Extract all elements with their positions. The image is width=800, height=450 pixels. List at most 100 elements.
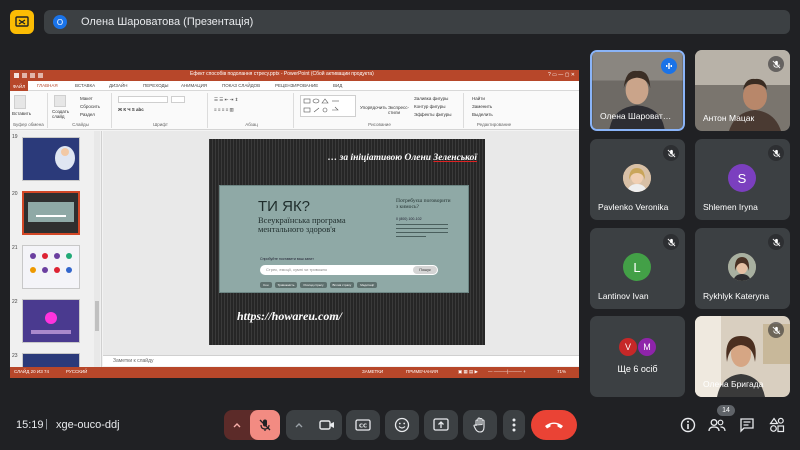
captions-button[interactable]: CC: [346, 410, 380, 440]
captions-icon: CC: [355, 419, 371, 431]
present-screen-button[interactable]: [424, 410, 458, 440]
participant-name: Pavlenko Veronika: [598, 202, 669, 212]
mic-off-icon: [768, 322, 784, 338]
thumbnail-slide[interactable]: [22, 299, 80, 343]
presenter-title: Олена Шароватова (Презентація): [81, 16, 254, 28]
quick-styles-button[interactable]: Экспресс-стили: [388, 105, 410, 115]
activities-icon: [769, 417, 785, 433]
site-topic-chips: Сон Тривожність Розлад стресу Вплив стра…: [260, 282, 378, 288]
participant-tile-presenter[interactable]: Олена Шароват…: [590, 50, 685, 131]
participant-photo: [623, 164, 651, 192]
camera-button[interactable]: [312, 410, 342, 440]
meeting-info-button[interactable]: [678, 415, 698, 435]
activities-button[interactable]: [767, 415, 787, 435]
arrange-button[interactable]: Упорядочить: [360, 105, 387, 110]
site-chip: Сон: [260, 282, 272, 288]
site-search-field: Стрес, емоції, сумні чи тривожно Пошук: [260, 265, 438, 275]
shape-effects-button[interactable]: Эффекты фигуры: [414, 112, 452, 117]
tab-transitions[interactable]: ПЕРЕХОДЫ: [143, 83, 169, 88]
select-button[interactable]: Выделить: [472, 112, 493, 117]
raise-hand-button[interactable]: [463, 410, 497, 440]
people-button[interactable]: [707, 415, 727, 435]
participant-tile[interactable]: S Shlemen Iryna: [695, 139, 790, 220]
tab-file[interactable]: ФАЙЛ: [10, 81, 28, 91]
current-slide[interactable]: … за ініціативою Олени Зеленської ТИ ЯК?…: [209, 139, 485, 345]
meeting-code[interactable]: xge-ouco-ddj: [56, 419, 120, 431]
site-chip: Розлад стресу: [300, 282, 327, 288]
new-slide-button[interactable]: Создать слайд: [52, 109, 76, 119]
ppt-title-bar: Ефект способів подолання стресу.pptx - P…: [10, 70, 579, 81]
present-screen-icon: [433, 418, 449, 431]
view-buttons[interactable]: ▣ ▦ ▤ ▶: [458, 369, 478, 375]
svg-text:CC: CC: [359, 424, 367, 430]
group-editing-label: Редактирование: [476, 122, 512, 127]
participant-tile[interactable]: L Lantinov Ivan: [590, 228, 685, 309]
camera-options-chevron-icon[interactable]: [286, 410, 312, 440]
notes-toggle[interactable]: ЗАМЕТКИ: [362, 369, 383, 374]
scrollbar-thumb[interactable]: [95, 301, 99, 331]
section-button[interactable]: Раздел: [80, 112, 95, 117]
paste-icon[interactable]: [14, 95, 26, 109]
group-drawing-label: Рисование: [368, 122, 391, 127]
shape-outline-button[interactable]: Контур фигуры: [414, 104, 445, 109]
thumbnail-scrollbar[interactable]: [94, 131, 100, 370]
tab-design[interactable]: ДИЗАЙН: [109, 83, 128, 88]
group-drawing: Упорядочить Экспресс-стили Заливка фигур…: [296, 93, 464, 128]
presenter-banner[interactable]: О Олена Шароватова (Презентація): [44, 10, 790, 34]
comments-toggle[interactable]: ПРИМЕЧАНИЯ: [406, 369, 438, 374]
site-phone: 0 (800) 100-102: [396, 217, 422, 221]
find-button[interactable]: Найти: [472, 96, 485, 101]
participant-tile[interactable]: Pavlenko Veronika: [590, 139, 685, 220]
font-size-field[interactable]: [171, 96, 185, 103]
present-icon[interactable]: [10, 10, 34, 34]
tab-slideshow[interactable]: ПОКАЗ СЛАЙДОВ: [222, 83, 260, 88]
window-controls[interactable]: ? ▭ — ▢ ✕: [548, 72, 575, 78]
slide-url: https://howareu.com/: [237, 309, 343, 323]
paste-button[interactable]: Вставить: [12, 111, 31, 116]
layout-button[interactable]: Макет: [80, 96, 93, 101]
mic-options-chevron-icon[interactable]: [224, 410, 250, 440]
thumbnail-slide[interactable]: [22, 245, 80, 289]
replace-button[interactable]: Заменить: [472, 104, 492, 109]
site-program-title: Всеукраїнська програма ментального здоро…: [258, 215, 346, 234]
caption-name: Зеленської: [433, 153, 477, 163]
tab-insert[interactable]: ВСТАВКА: [75, 83, 95, 88]
tab-animation[interactable]: АНИМАЦИЯ: [181, 83, 207, 88]
site-text-lines: [396, 224, 448, 240]
list-buttons[interactable]: ☰ ☰ ⇤ ⇥ ⇕: [214, 97, 238, 103]
reset-button[interactable]: Сбросить: [80, 104, 100, 109]
notes-pane[interactable]: Заметки к слайду: [103, 355, 579, 366]
participant-name: Олена Шароват…: [600, 111, 672, 121]
chat-button[interactable]: [737, 415, 757, 435]
site-chip: Тривожність: [274, 282, 298, 288]
thumbnail-slide[interactable]: [22, 137, 80, 181]
more-participants-tile[interactable]: V M Ще 6 осіб: [590, 316, 685, 397]
shapes-gallery[interactable]: [300, 95, 356, 117]
align-buttons[interactable]: ≡ ≡ ≡ ≡ ▥: [214, 107, 234, 113]
participant-avatar: L: [623, 253, 651, 281]
tab-home[interactable]: ГЛАВНАЯ: [37, 83, 58, 88]
new-slide-icon[interactable]: [54, 95, 66, 107]
group-slides: Создать слайд Макет Сбросить Раздел Слай…: [50, 93, 112, 128]
reactions-button[interactable]: [385, 410, 419, 440]
font-style-buttons[interactable]: Ж К Ч S abc: [118, 107, 144, 112]
participant-tile[interactable]: Олена Бригада: [695, 316, 790, 397]
more-options-button[interactable]: [503, 410, 525, 440]
thumbnail-slide-selected[interactable]: [22, 191, 80, 235]
slide-caption: … за ініціативою Олени Зеленської: [328, 153, 477, 163]
ribbon: Вставить Буфер обмена Создать слайд Маке…: [10, 91, 579, 130]
site-search-placeholder: Стрес, емоції, сумні чи тривожно: [266, 267, 328, 272]
mic-off-icon: [663, 234, 679, 250]
mic-off-button[interactable]: [250, 410, 280, 440]
participant-tile[interactable]: Антон Мацак: [695, 50, 790, 131]
site-help-text: Потребуєш поговорити з кимось?: [396, 198, 451, 210]
shape-fill-button[interactable]: Заливка фигуры: [414, 96, 448, 101]
thumb-number: 21: [12, 245, 18, 251]
participant-tile[interactable]: Rykhlyk Kateryna: [695, 228, 790, 309]
leave-call-button[interactable]: [531, 410, 577, 440]
mic-off-icon: [768, 56, 784, 72]
zoom-slider[interactable]: — ———|——— +: [488, 369, 526, 374]
font-name-field[interactable]: [118, 96, 168, 103]
tab-review[interactable]: РЕЦЕНЗИРОВАНИЕ: [275, 83, 318, 88]
tab-view[interactable]: ВИД: [333, 83, 342, 88]
